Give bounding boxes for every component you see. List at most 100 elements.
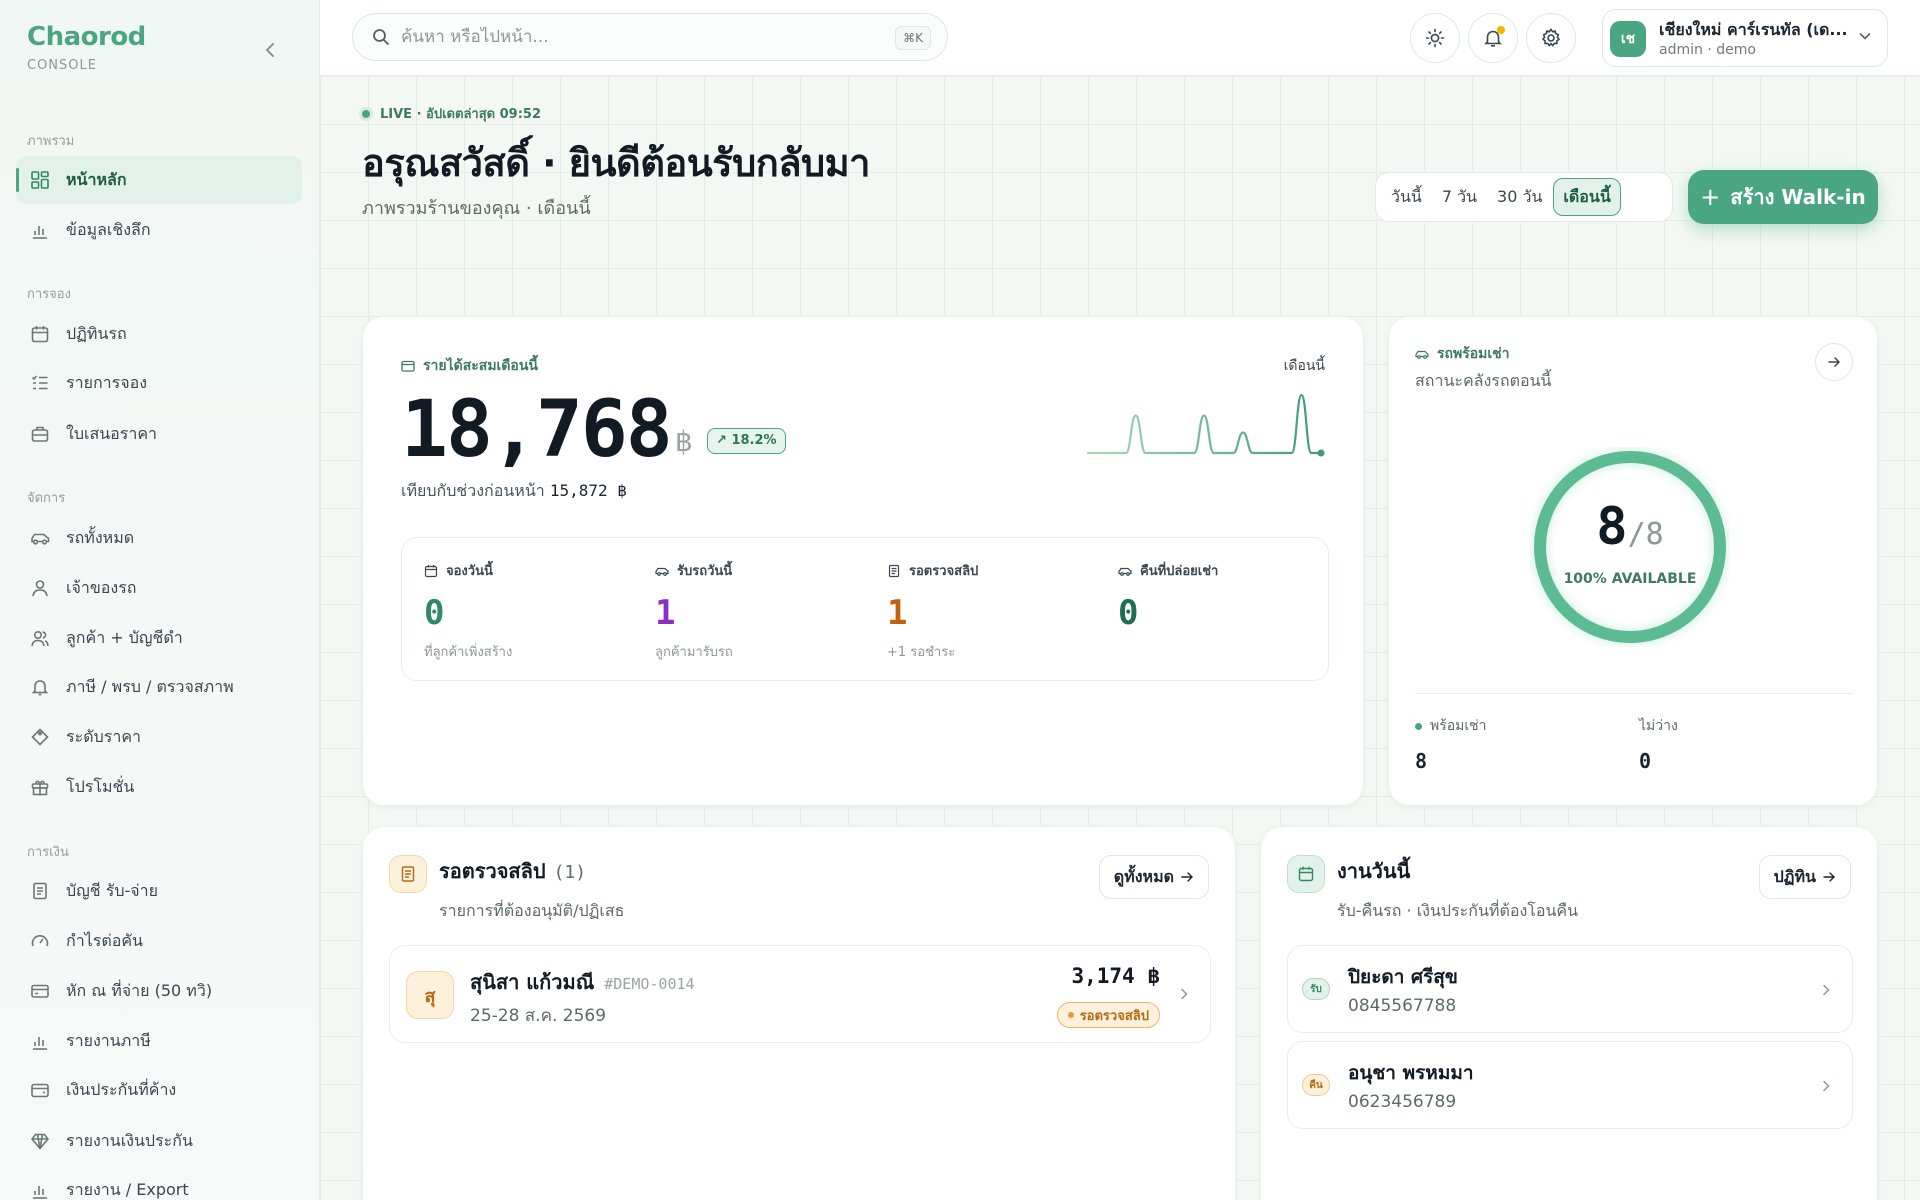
settings-button[interactable] — [1526, 13, 1576, 63]
sidebar-item-home[interactable]: หน้าหลัก — [16, 156, 302, 204]
sidebar-item-label: รายงานภาษี — [66, 1030, 151, 1050]
gear-icon — [1541, 28, 1561, 47]
calendar-button[interactable]: ปฏิทิน — [1758, 855, 1851, 899]
chevron-right-icon — [1823, 1080, 1830, 1092]
fleet-label: รถพร้อมเช่า — [1415, 343, 1510, 365]
stat-label: รอตรวจสลิป — [887, 560, 1107, 581]
revenue-compare: เทียบกับช่วงก่อนหน้า 15,872 ฿ — [401, 479, 627, 504]
section-title: รอตรวจสลิป (1) — [439, 855, 586, 887]
available-count: 8 — [1596, 497, 1628, 557]
task-list-item[interactable]: รับ ปิยะดา ศรีสุข 0845567788 — [1287, 945, 1853, 1033]
nav-section-manage: จัดการ — [27, 491, 66, 506]
sidebar-item-label: หัก ณ ที่จ่าย (50 ทวิ) — [66, 980, 213, 1000]
stat-returns[interactable]: คืนที่ปล่อยเช่า 0 — [1118, 560, 1338, 641]
sun-icon — [1425, 28, 1445, 48]
sidebar-item-label: รายการจอง — [66, 372, 148, 392]
fleet-ready-value: 8 — [1415, 749, 1428, 773]
nav-section-booking: การจอง — [27, 287, 71, 302]
collapse-sidebar-button[interactable] — [262, 40, 278, 60]
receipt-glyph — [401, 866, 415, 882]
sidebar-item-profit-per-car[interactable]: กำไรต่อคัน — [16, 917, 302, 965]
revenue-change-badge: ↗ 18.2% — [707, 428, 786, 454]
revenue-currency: ฿ — [675, 425, 693, 458]
arrow-right-icon — [1828, 357, 1841, 367]
sidebar-item-price-tiers[interactable]: ระดับราคา — [16, 713, 302, 761]
chevron-right-icon — [1181, 988, 1188, 1000]
sidebar-item-all-cars[interactable]: รถทั้งหมด — [16, 514, 302, 562]
sidebar-item-deposit-report[interactable]: รายงานเงินประกัน — [16, 1117, 302, 1165]
task-customer-phone: 0845567788 — [1348, 996, 1457, 1016]
status-badge: รอตรวจสลิป — [1056, 1002, 1160, 1028]
sidebar-item-tax-report[interactable]: รายงานภาษี — [16, 1017, 302, 1065]
sidebar-item-label: เจ้าของรถ — [66, 577, 137, 597]
calendar-button-label: ปฏิทิน — [1773, 866, 1816, 886]
sidebar-item-export-report[interactable]: รายงาน / Export — [16, 1166, 302, 1200]
user-menu[interactable]: เช เชียงใหม่ คาร์เรนทัล (เด... admin · d… — [1602, 9, 1888, 67]
view-all-label: ดูทั้งหมด — [1113, 866, 1174, 886]
task-customer-phone: 0623456789 — [1348, 1092, 1457, 1112]
nav-section-overview: ภาพรวม — [27, 134, 75, 149]
task-list-item[interactable]: คืน อนุชา พรหมมา 0623456789 — [1287, 1041, 1853, 1129]
arrow-right-icon — [1823, 872, 1835, 882]
sparkline-line — [1087, 393, 1321, 455]
sidebar-item-label: ข้อมูลเชิงลึก — [66, 219, 151, 239]
bar-chart-icon — [33, 1037, 47, 1050]
theme-toggle-button[interactable] — [1410, 13, 1460, 63]
status-dot — [1067, 1012, 1074, 1018]
brand-subtitle: CONSOLE — [27, 58, 97, 73]
sidebar-item-car-calendar[interactable]: ปฏิทินรถ — [16, 310, 302, 358]
sidebar-item-customers[interactable]: ลูกค้า + บัญชีดำ — [16, 614, 302, 662]
stat-label-text: รับรถวันนี้ — [677, 564, 733, 579]
sidebar-item-bookings[interactable]: รายการจอง — [16, 359, 302, 407]
create-walkin-button[interactable]: + สร้าง Walk-in — [1688, 170, 1878, 224]
revenue-compare-value: 15,872 ฿ — [549, 481, 627, 500]
brand[interactable]: Chaorod CONSOLE — [27, 22, 146, 73]
stat-note: +1 รอชำระ — [887, 645, 956, 660]
revenue-label: รายได้สะสมเดือนนี้ — [401, 355, 538, 377]
credit-card-icon — [31, 984, 49, 998]
sidebar-item-owners[interactable]: เจ้าของรถ — [16, 564, 302, 612]
sidebar-item-label: รายงานเงินประกัน — [66, 1130, 193, 1150]
sidebar-item-promotions[interactable]: โปรโมชั่น — [16, 763, 302, 811]
fleet-open-button[interactable] — [1815, 343, 1853, 381]
fleet-busy-stat: ไม่ว่าง 0 — [1639, 715, 1678, 773]
range-this-month-button[interactable]: เดือนนี้ — [1553, 178, 1621, 216]
sidebar-item-quotations[interactable]: ใบเสนอราคา — [16, 410, 302, 458]
search-box[interactable]: ⌘K — [352, 13, 948, 61]
total-count: /8 — [1627, 517, 1664, 552]
slip-list-item[interactable]: สุ สุนิสา แก้วมณี #DEMO-0014 25-28 ส.ค. 2… — [389, 945, 1211, 1043]
chevron-left-icon — [265, 43, 274, 57]
notifications-button[interactable] — [1468, 13, 1518, 63]
status-dot — [1415, 722, 1422, 730]
divider — [1415, 693, 1853, 694]
search-input[interactable] — [401, 27, 871, 47]
sidebar-item-withholding-tax[interactable]: หัก ณ ที่จ่าย (50 ทวิ) — [16, 967, 302, 1015]
section-count: (1) — [553, 862, 587, 883]
task-customer-name: ปิยะดา ศรีสุข — [1348, 966, 1458, 988]
stat-bookings-today[interactable]: จองวันนี้ 0 ที่ลูกค้าเพิ่งสร้าง — [424, 560, 644, 662]
avatar: เช — [1610, 21, 1646, 57]
stat-label: รับรถวันนี้ — [655, 560, 875, 581]
dashboard-icon — [31, 171, 49, 189]
car-icon — [31, 533, 50, 545]
user-role: admin · demo — [1659, 42, 1756, 58]
range-30d-button[interactable]: 30 วัน — [1488, 178, 1551, 216]
stat-label-text: จองวันนี้ — [446, 564, 493, 579]
fleet-ready-stat: พร้อมเช่า 8 — [1415, 715, 1487, 773]
sidebar-item-ledger[interactable]: บัญชี รับ-จ่าย — [16, 867, 302, 915]
view-all-button[interactable]: ดูทั้งหมด — [1098, 855, 1209, 899]
range-today-button[interactable]: วันนี้ — [1382, 178, 1431, 216]
stat-pickups-today[interactable]: รับรถวันนี้ 1 ลูกค้ามารับรถ — [655, 560, 875, 662]
revenue-sparkline — [1087, 393, 1325, 457]
customer-name-text: สุนิสา แก้วมณี — [470, 970, 595, 994]
sidebar-item-tax-inspection[interactable]: ภาษี / พรบ / ตรวจสภาพ — [16, 663, 302, 711]
range-7d-button[interactable]: 7 วัน — [1433, 178, 1486, 216]
car-icon — [1415, 350, 1429, 359]
stats-box: จองวันนี้ 0 ที่ลูกค้าเพิ่งสร้าง รับรถวัน… — [401, 537, 1329, 681]
sidebar-item-pending-deposits[interactable]: เงินประกันที่ค้าง — [16, 1066, 302, 1114]
stat-pending-slips[interactable]: รอตรวจสลิป 1 +1 รอชำระ — [887, 560, 1107, 662]
car-icon — [655, 567, 669, 576]
sidebar-item-insights[interactable]: ข้อมูลเชิงลึก — [16, 206, 302, 254]
stat-label-text: คืนที่ปล่อยเช่า — [1140, 564, 1219, 579]
sidebar-item-label: ปฏิทินรถ — [66, 323, 127, 343]
